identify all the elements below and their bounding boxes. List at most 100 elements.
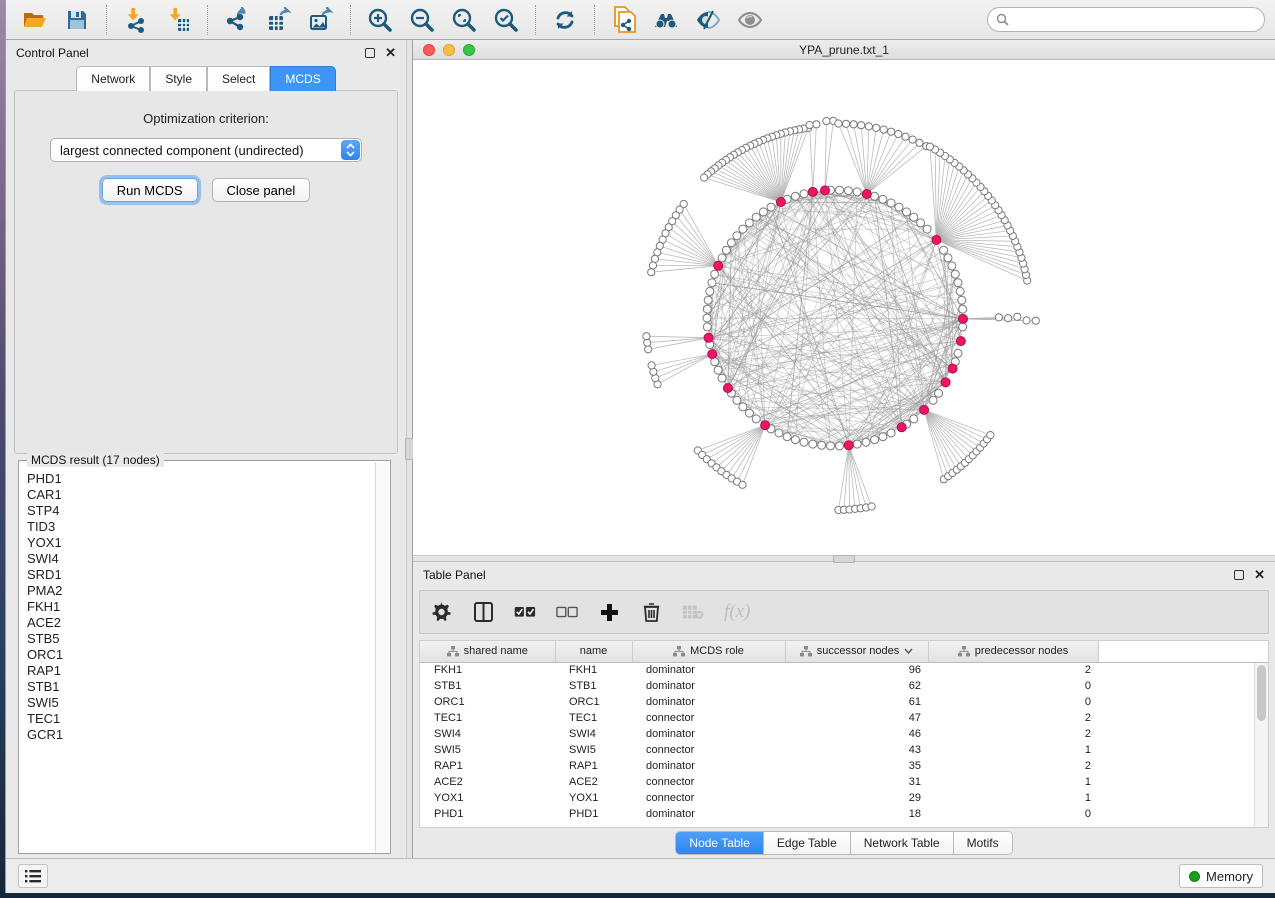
network-node[interactable] <box>940 246 948 254</box>
network-leaf-node[interactable] <box>649 262 656 269</box>
network-hub-node[interactable] <box>862 190 871 199</box>
mcds-result-item[interactable]: CAR1 <box>27 487 374 503</box>
network-leaf-node[interactable] <box>909 136 916 143</box>
network-node[interactable] <box>903 208 911 216</box>
network-node[interactable] <box>935 389 943 397</box>
table-cell-shared-name[interactable]: FKH1 <box>420 662 555 678</box>
network-node[interactable] <box>800 438 808 446</box>
network-node[interactable] <box>818 441 826 449</box>
network-node[interactable] <box>853 188 861 196</box>
float-panel-icon[interactable] <box>1234 570 1244 580</box>
network-node[interactable] <box>752 415 760 423</box>
table-row[interactable]: ACE2ACE2connector311 <box>420 774 1268 790</box>
table-cell-shared-name[interactable]: SWI5 <box>420 742 555 758</box>
mcds-result-item[interactable]: SRD1 <box>27 567 374 583</box>
network-leaf-node[interactable] <box>648 362 655 369</box>
network-node[interactable] <box>800 190 808 198</box>
network-node[interactable] <box>745 409 753 417</box>
mcds-result-item[interactable]: FKH1 <box>27 599 374 615</box>
network-node[interactable] <box>722 246 730 254</box>
table-cell-predecessor-nodes[interactable]: 0 <box>928 694 1098 710</box>
show-details-icon[interactable] <box>733 5 767 35</box>
network-node[interactable] <box>895 203 903 211</box>
column-header-mcds-role[interactable]: MCDS role <box>632 641 785 662</box>
table-cell-predecessor-nodes[interactable]: 0 <box>928 678 1098 694</box>
table-cell-mcds-role[interactable]: dominator <box>632 678 785 694</box>
table-cell-mcds-role[interactable]: connector <box>632 742 785 758</box>
network-hub-node[interactable] <box>897 423 906 432</box>
gear-icon[interactable] <box>430 601 452 623</box>
close-panel-icon[interactable]: ✕ <box>1254 570 1265 580</box>
select-all-icon[interactable] <box>514 601 536 623</box>
splitter-grip[interactable] <box>833 555 855 563</box>
network-node[interactable] <box>959 323 967 331</box>
network-node[interactable] <box>879 195 887 203</box>
table-cell-mcds-role[interactable]: connector <box>632 710 785 726</box>
tab-network-table[interactable]: Network Table <box>851 832 954 854</box>
table-cell-mcds-role[interactable]: dominator <box>632 758 785 774</box>
network-leaf-node[interactable] <box>1023 317 1030 324</box>
mcds-result-item[interactable]: RAP1 <box>27 663 374 679</box>
network-node[interactable] <box>767 203 775 211</box>
search-network-icon[interactable] <box>649 5 683 35</box>
network-canvas[interactable] <box>413 60 1275 555</box>
delete-column-icon[interactable] <box>640 601 662 623</box>
table-cell-successor-nodes[interactable]: 29 <box>785 790 928 806</box>
table-cell-successor-nodes[interactable]: 47 <box>785 710 928 726</box>
network-node[interactable] <box>739 403 747 411</box>
table-cell-mcds-role[interactable]: connector <box>632 790 785 806</box>
mcds-result-item[interactable]: GCR1 <box>27 727 374 743</box>
table-cell-name[interactable]: SWI4 <box>555 726 632 742</box>
table-cell-name[interactable]: RAP1 <box>555 758 632 774</box>
network-node[interactable] <box>708 279 716 287</box>
network-node[interactable] <box>733 396 741 404</box>
horizontal-splitter[interactable] <box>413 555 1275 562</box>
network-leaf-node[interactable] <box>995 314 1002 321</box>
network-hub-node[interactable] <box>714 261 723 270</box>
network-node[interactable] <box>871 436 879 444</box>
network-hub-node[interactable] <box>959 314 968 323</box>
table-cell-name[interactable]: TEC1 <box>555 710 632 726</box>
network-node[interactable] <box>727 239 735 247</box>
network-leaf-node[interactable] <box>842 120 849 127</box>
network-node[interactable] <box>791 192 799 200</box>
table-cell-shared-name[interactable]: RAP1 <box>420 758 555 774</box>
close-panel-icon[interactable]: ✕ <box>385 48 396 58</box>
table-row[interactable]: STB1STB1dominator620 <box>420 678 1268 694</box>
network-node[interactable] <box>836 442 844 450</box>
table-row[interactable]: ORC1ORC1dominator610 <box>420 694 1268 710</box>
mcds-result-item[interactable]: SWI5 <box>27 695 374 711</box>
new-network-from-selection-icon[interactable] <box>607 5 641 35</box>
column-header-successor-nodes[interactable]: successor nodes <box>785 641 928 662</box>
network-node[interactable] <box>836 186 844 194</box>
network-leaf-node[interactable] <box>868 503 875 510</box>
network-node[interactable] <box>959 305 967 313</box>
table-scrollbar[interactable] <box>1254 663 1268 827</box>
network-node[interactable] <box>718 254 726 262</box>
import-network-icon[interactable] <box>119 5 153 35</box>
table-cell-mcds-role[interactable]: connector <box>632 774 785 790</box>
result-scrollbar[interactable] <box>375 462 389 852</box>
network-node[interactable] <box>745 219 753 227</box>
network-leaf-node[interactable] <box>916 139 923 146</box>
network-node[interactable] <box>956 287 964 295</box>
table-cell-successor-nodes[interactable]: 61 <box>785 694 928 710</box>
vertical-splitter[interactable] <box>406 40 413 858</box>
network-node[interactable] <box>809 440 817 448</box>
close-panel-button[interactable]: Close panel <box>212 178 311 202</box>
table-cell-shared-name[interactable]: ORC1 <box>420 694 555 710</box>
table-cell-predecessor-nodes[interactable]: 0 <box>928 806 1098 822</box>
export-table-icon[interactable] <box>262 5 296 35</box>
add-column-icon[interactable] <box>598 601 620 623</box>
network-node[interactable] <box>887 199 895 207</box>
network-node[interactable] <box>954 349 962 357</box>
table-cell-name[interactable]: PHD1 <box>555 806 632 822</box>
network-hub-node[interactable] <box>821 186 830 195</box>
mcds-result-item[interactable]: ORC1 <box>27 647 374 663</box>
criterion-select[interactable]: largest connected component (undirected) <box>50 138 362 162</box>
search-input[interactable] <box>1014 13 1256 27</box>
network-leaf-node[interactable] <box>1032 317 1039 324</box>
column-header-name[interactable]: name <box>555 641 632 662</box>
run-mcds-button[interactable]: Run MCDS <box>102 178 198 202</box>
network-node[interactable] <box>711 270 719 278</box>
